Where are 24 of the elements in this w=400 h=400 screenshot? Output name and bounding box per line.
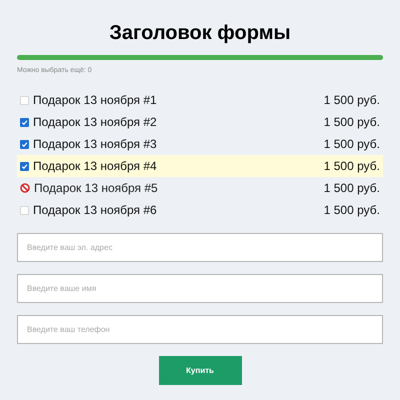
gift-price: 1 500 руб. [324, 158, 380, 175]
gift-label: Подарок 13 ноября #2 [33, 114, 157, 131]
gift-price: 1 500 руб. [324, 114, 380, 131]
gift-price: 1 500 руб. [324, 136, 380, 153]
gift-row[interactable]: Подарок 13 ноября #3 1 500 руб. [17, 133, 383, 155]
gift-row[interactable]: Подарок 13 ноября #1 1 500 руб. [17, 89, 383, 111]
input-field[interactable]: Введите ваше имя [17, 274, 383, 303]
gift-row[interactable]: Подарок 13 ноября #2 1 500 руб. [17, 111, 383, 133]
gift-row[interactable]: Подарок 13 ноября #6 1 500 руб. [17, 199, 383, 221]
gift-price: 1 500 руб. [324, 92, 380, 109]
checkbox[interactable] [20, 162, 29, 170]
gift-label: Подарок 13 ноября #1 [33, 92, 157, 109]
gift-price: 1 500 руб. [324, 202, 380, 219]
gift-label: Подарок 13 ноября #4 [33, 158, 157, 175]
checkbox[interactable] [20, 140, 29, 148]
gift-label: Подарок 13 ноября #3 [33, 136, 157, 153]
gift-price: 1 500 руб. [324, 180, 380, 197]
form-title: Заголовок формы [108, 21, 292, 46]
input-field[interactable]: Введите ваш эл. адрес [17, 233, 383, 262]
gift-row[interactable]: Подарок 13 ноября #4 1 500 руб. [17, 155, 383, 177]
checkbox[interactable] [20, 118, 29, 126]
gift-label: Подарок 13 ноября #5 [34, 180, 158, 197]
input-field[interactable]: Введите ваш телефон [17, 315, 383, 344]
gift-label: Подарок 13 ноября #6 [33, 202, 157, 219]
